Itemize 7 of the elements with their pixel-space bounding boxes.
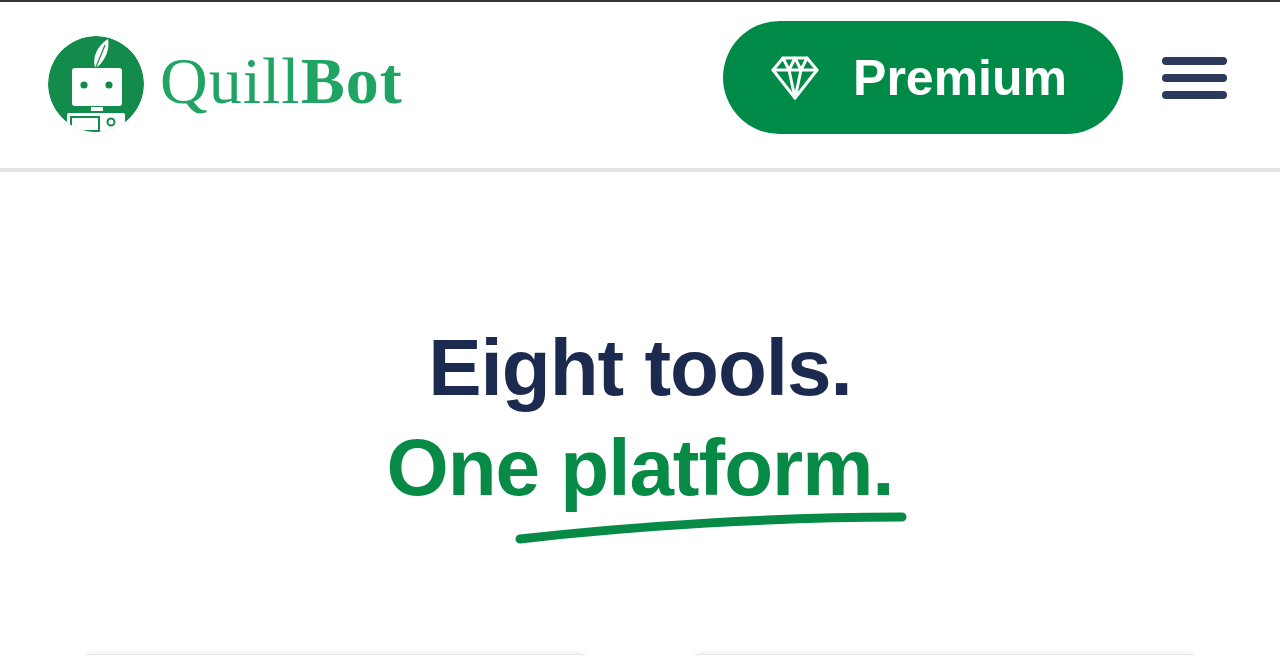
headline-text: Eight tools. — [428, 322, 852, 414]
diamond-icon — [771, 54, 820, 101]
logo-text[interactable]: QuillBot — [160, 48, 403, 120]
robot-logo-icon — [48, 36, 144, 132]
menu-icon[interactable] — [1162, 57, 1227, 99]
premium-button[interactable]: Premium — [723, 21, 1123, 134]
headline-text: One platform. — [386, 422, 894, 514]
